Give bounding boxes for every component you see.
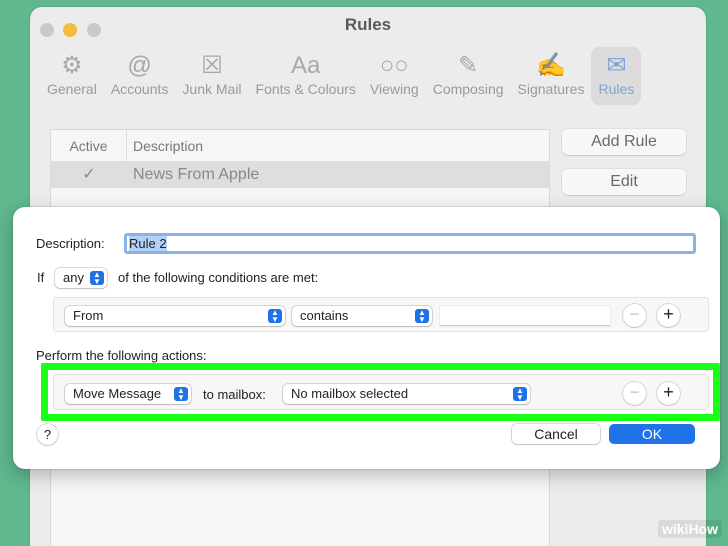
at-icon: @ bbox=[127, 52, 152, 79]
match-type-value: any bbox=[63, 270, 84, 285]
cancel-button[interactable]: Cancel bbox=[512, 424, 600, 444]
tab-accounts[interactable]: @ Accounts bbox=[104, 47, 176, 105]
tab-label: Rules bbox=[598, 81, 635, 97]
popup-arrows-icon: ▲ ▼ bbox=[268, 309, 282, 324]
popup-arrows-icon: ▲ ▼ bbox=[90, 271, 104, 286]
tab-signatures[interactable]: ✍ Signatures bbox=[511, 47, 592, 105]
tab-label: Accounts bbox=[110, 81, 169, 97]
condition-field-value: From bbox=[73, 308, 104, 323]
column-header-active[interactable]: Active bbox=[51, 130, 127, 161]
wikihow-watermark: wikiHow bbox=[657, 520, 722, 538]
condition-operator-popup[interactable]: contains ▲ ▼ bbox=[292, 306, 432, 326]
table-row[interactable]: ✓ News From Apple bbox=[51, 162, 549, 188]
tab-composing[interactable]: ✎ Composing bbox=[426, 47, 511, 105]
condition-value-field[interactable] bbox=[440, 306, 610, 326]
tab-general[interactable]: ⚙ General bbox=[40, 47, 104, 105]
signature-icon: ✍ bbox=[536, 52, 566, 79]
watermark-wiki: wiki bbox=[661, 521, 689, 537]
rules-icon: ✉ bbox=[606, 52, 627, 79]
help-button[interactable]: ? bbox=[37, 424, 58, 445]
tab-label: General bbox=[47, 81, 97, 97]
description-label: Description: bbox=[36, 236, 105, 251]
window-title: Rules bbox=[344, 15, 392, 34]
rules-table-header: Active Description bbox=[51, 130, 549, 162]
add-condition-button[interactable]: + bbox=[657, 304, 680, 327]
tab-viewing[interactable]: ○○ Viewing bbox=[363, 47, 426, 105]
watermark-how: How bbox=[688, 521, 718, 537]
description-value: Rule 2 bbox=[129, 236, 167, 251]
rule-editor-sheet: Description: Rule 2 If any ▲ ▼ of the fol… bbox=[13, 207, 720, 469]
tab-label: Viewing bbox=[369, 81, 419, 97]
description-field[interactable]: Rule 2 bbox=[124, 233, 696, 254]
compose-icon: ✎ bbox=[458, 52, 479, 79]
glasses-icon: ○○ bbox=[379, 52, 409, 79]
add-rule-button[interactable]: Add Rule bbox=[562, 129, 686, 155]
ok-button[interactable]: OK bbox=[609, 424, 695, 444]
edit-rule-button[interactable]: Edit bbox=[562, 169, 686, 195]
match-type-popup[interactable]: any ▲ ▼ bbox=[55, 268, 107, 288]
rule-description: News From Apple bbox=[133, 166, 260, 183]
tab-label: Fonts & Colours bbox=[255, 81, 356, 97]
tab-rules[interactable]: ✉ Rules bbox=[591, 47, 642, 105]
remove-condition-button[interactable]: − bbox=[623, 304, 646, 327]
preferences-toolbar: ⚙ General @ Accounts ☒ Junk Mail Aa Font… bbox=[40, 47, 642, 109]
condition-operator-value: contains bbox=[300, 308, 349, 323]
fonts-icon: Aa bbox=[291, 52, 321, 79]
popup-arrows-icon: ▲ ▼ bbox=[415, 309, 429, 324]
tab-junk-mail[interactable]: ☒ Junk Mail bbox=[175, 47, 248, 105]
highlight-box bbox=[41, 363, 720, 421]
tab-fonts-colours[interactable]: Aa Fonts & Colours bbox=[249, 47, 363, 105]
column-header-description[interactable]: Description bbox=[127, 130, 203, 161]
active-checkbox[interactable]: ✓ bbox=[51, 162, 127, 188]
tab-label: Junk Mail bbox=[182, 81, 242, 97]
if-label: If bbox=[37, 270, 45, 285]
tab-label: Signatures bbox=[517, 81, 585, 97]
conditions-group: From ▲ ▼ contains ▲ ▼ − + bbox=[53, 297, 709, 332]
actions-label: Perform the following actions: bbox=[36, 348, 207, 363]
tab-label: Composing bbox=[432, 81, 504, 97]
gear-icon: ⚙ bbox=[61, 52, 83, 79]
junk-mail-icon: ☒ bbox=[201, 52, 223, 79]
conditions-label: of the following conditions are met: bbox=[118, 270, 319, 285]
condition-field-popup[interactable]: From ▲ ▼ bbox=[65, 306, 285, 326]
